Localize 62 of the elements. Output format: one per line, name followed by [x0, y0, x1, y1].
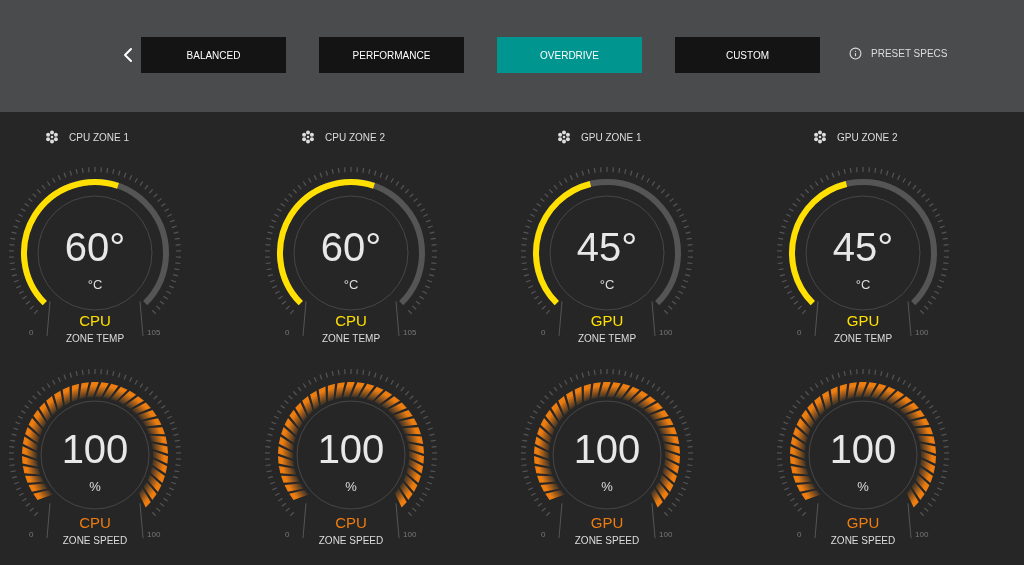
mode-tab[interactable]: PERFORMANCE: [319, 37, 464, 73]
mode-tab[interactable]: OVERDRIVE: [497, 37, 642, 73]
gauge-unit: °C: [599, 278, 615, 291]
range-min-label: 0: [541, 531, 546, 539]
info-icon[interactable]: [849, 47, 862, 60]
zone-title: CPU ZONE 1: [69, 130, 129, 145]
zone-title: GPU ZONE 2: [837, 130, 898, 145]
gauge-value: 60°: [64, 227, 126, 267]
mode-tab[interactable]: CUSTOM: [675, 37, 820, 73]
gauge-caption: ZONE TEMP: [321, 334, 381, 344]
range-min-label: 0: [29, 329, 34, 337]
range-max-label: 100: [147, 531, 161, 539]
gauge-source: GPU: [846, 515, 880, 530]
range-min-label: 0: [285, 531, 290, 539]
gauge-caption: ZONE TEMP: [65, 334, 125, 344]
range-min-label: 0: [797, 531, 802, 539]
range-min-label: 0: [285, 329, 290, 337]
gauge-caption: ZONE SPEED: [830, 536, 896, 546]
zone-title: CPU ZONE 2: [325, 130, 385, 145]
gauge-value: 100: [829, 429, 897, 469]
fan-icon: [813, 130, 827, 144]
gauge-unit: °C: [343, 278, 359, 291]
gauge-value: 100: [317, 429, 385, 469]
gauge-unit: °C: [855, 278, 871, 291]
range-max-label: 100: [403, 531, 417, 539]
range-min-label: 0: [541, 329, 546, 337]
gauge-caption: ZONE SPEED: [62, 536, 128, 546]
fan-icon: [45, 130, 59, 144]
range-max-label: 100: [659, 531, 673, 539]
gauge-unit: %: [345, 480, 357, 493]
gauge-source: CPU: [79, 515, 111, 530]
gauge-source: CPU: [335, 313, 367, 328]
preset-specs-link[interactable]: PRESET SPECS: [871, 46, 948, 61]
fan-icon: [301, 130, 315, 144]
gauge-caption: ZONE TEMP: [577, 334, 637, 344]
gauge-source: CPU: [79, 313, 111, 328]
gauge-source: GPU: [846, 313, 880, 328]
gauge-caption: ZONE SPEED: [574, 536, 640, 546]
gauge-value: 100: [573, 429, 641, 469]
gauge-source: CPU: [335, 515, 367, 530]
gauge-value: 45°: [576, 227, 638, 267]
gauge-value: 45°: [832, 227, 894, 267]
zone-title: GPU ZONE 1: [581, 130, 642, 145]
gauge-value: 100: [61, 429, 129, 469]
gauge-unit: %: [857, 480, 869, 493]
gauge-caption: ZONE TEMP: [833, 334, 893, 344]
gauge-unit: %: [601, 480, 613, 493]
range-max-label: 100: [659, 329, 673, 337]
gauge-source: GPU: [590, 515, 624, 530]
range-max-label: 100: [915, 329, 929, 337]
fan-icon: [557, 130, 571, 144]
gauge-value: 60°: [320, 227, 382, 267]
range-min-label: 0: [29, 531, 34, 539]
range-max-label: 105: [403, 329, 417, 337]
range-max-label: 100: [915, 531, 929, 539]
mode-tab[interactable]: BALANCED: [141, 37, 286, 73]
gauge-source: GPU: [590, 313, 624, 328]
range-max-label: 105: [147, 329, 161, 337]
gauge-unit: °C: [87, 278, 103, 291]
gauge-caption: ZONE SPEED: [318, 536, 384, 546]
gauge-unit: %: [89, 480, 101, 493]
range-min-label: 0: [797, 329, 802, 337]
